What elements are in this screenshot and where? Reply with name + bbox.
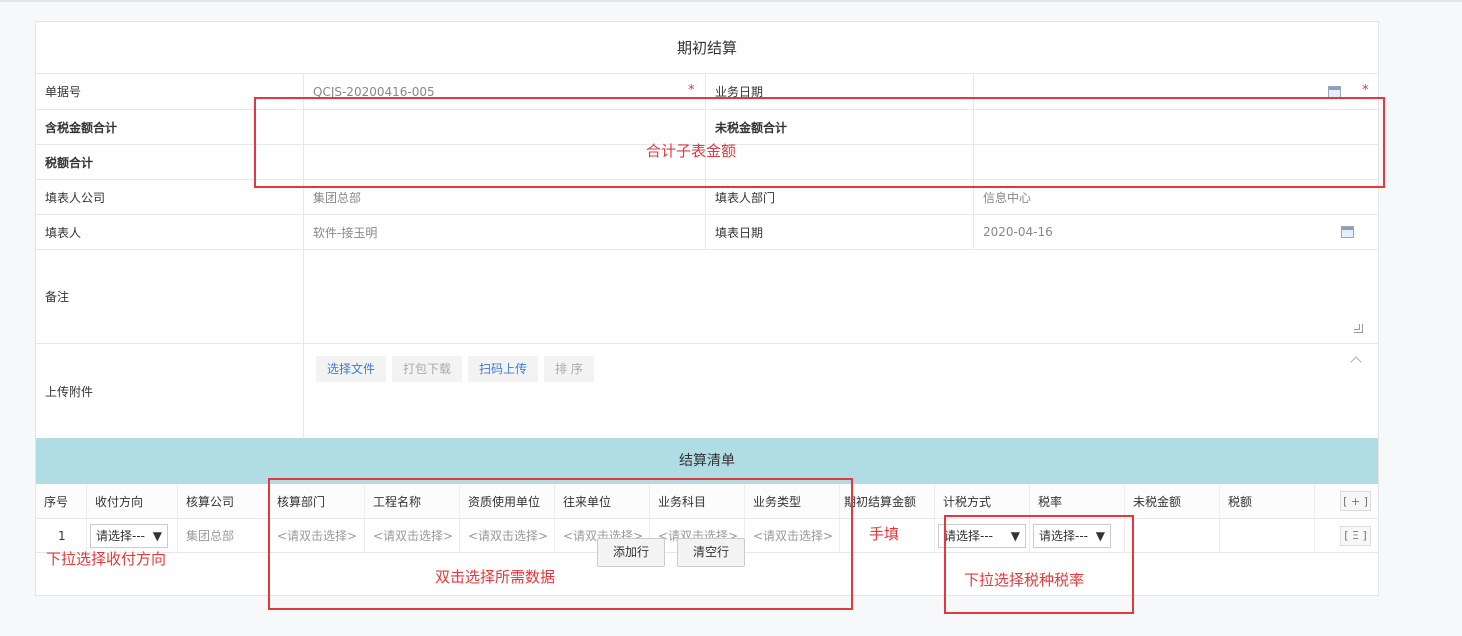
annotation-direction-note: 下拉选择收付方向: [46, 550, 167, 568]
filler-value: 软件-接玉明: [313, 225, 378, 240]
form-row-attach: 上传附件 选择文件 打包下载 扫码上传 排 序: [36, 344, 1378, 438]
form-row-filler: 填表人 软件-接玉明 填表日期 2020-04-16: [36, 215, 1378, 250]
required-mark: *: [1362, 83, 1369, 98]
col-header: 序号: [36, 484, 87, 518]
row-menu-icon[interactable]: [ Ξ ]: [1340, 525, 1371, 546]
page-title: 期初结算: [36, 22, 1378, 74]
company-cell: 集团总部: [178, 519, 269, 552]
filler-label: 填表人: [36, 215, 304, 249]
resize-handle-icon[interactable]: [1354, 324, 1363, 333]
required-mark: *: [688, 83, 695, 98]
col-header: 收付方向: [87, 484, 178, 518]
col-header: 核算公司: [178, 484, 269, 518]
sort-button[interactable]: 排 序: [544, 356, 594, 382]
filler-field[interactable]: 软件-接玉明: [304, 215, 706, 249]
col-header: 未税金额: [1125, 484, 1220, 518]
annotation-dblclick-note: 双击选择所需数据: [435, 568, 556, 586]
tax-amount-cell: [1220, 519, 1315, 552]
add-column-cell: [ + ]: [1315, 484, 1378, 518]
dropdown-arrow-icon: ▼: [152, 528, 162, 543]
remark-textarea[interactable]: [304, 250, 1378, 343]
attach-label: 上传附件: [36, 344, 304, 438]
annotation-box-totals: [254, 97, 1385, 188]
calendar-icon[interactable]: [1341, 226, 1354, 238]
top-divider: [0, 0, 1462, 2]
direction-select[interactable]: 请选择--- ▼: [90, 523, 168, 548]
scan-upload-button[interactable]: 扫码上传: [468, 356, 539, 382]
pack-download-button[interactable]: 打包下载: [392, 356, 463, 382]
collapse-chevron-up-icon[interactable]: [1350, 356, 1362, 368]
annotation-box-tax: [944, 515, 1134, 614]
dept-value: 信息中心: [983, 190, 1032, 205]
col-header: 计税方式: [935, 484, 1030, 518]
direction-select-value: 请选择---: [96, 529, 145, 543]
company-value: 集团总部: [313, 190, 362, 205]
annotation-box-dblclick: [268, 478, 853, 610]
col-header: 税率: [1030, 484, 1125, 518]
annotation-sum-note: 合计子表金额: [646, 142, 737, 160]
add-row-icon[interactable]: [ + ]: [1340, 491, 1371, 511]
fill-date-field[interactable]: 2020-04-16: [974, 215, 1378, 249]
attach-area: 选择文件 打包下载 扫码上传 排 序: [304, 344, 1378, 438]
tax-excl-amount-cell: [1125, 519, 1220, 552]
upload-toolbar: 选择文件 打包下载 扫码上传 排 序: [316, 356, 594, 382]
fill-date-value: 2020-04-16: [983, 225, 1053, 239]
row-menu-cell: [ Ξ ]: [1315, 519, 1378, 552]
col-header: 期初结算金额: [840, 484, 935, 518]
form-row-remark: 备注: [36, 250, 1378, 344]
annotation-tax-note: 下拉选择税种税率: [964, 571, 1085, 589]
fill-date-label: 填表日期: [706, 215, 974, 249]
annotation-manual-note: 手填: [869, 525, 900, 543]
remark-label: 备注: [36, 250, 304, 343]
col-header: 税额: [1220, 484, 1315, 518]
choose-file-button[interactable]: 选择文件: [316, 356, 387, 382]
